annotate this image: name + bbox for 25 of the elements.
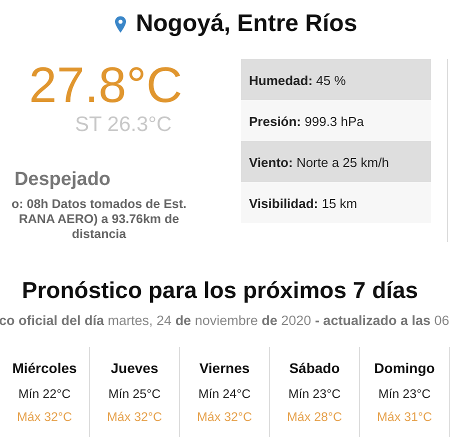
- min-temperature: Mín 25°C: [107, 386, 162, 402]
- min-temperature: Mín 23°C: [377, 386, 432, 402]
- max-temperature: Máx 32°C: [16, 409, 74, 425]
- min-temperature: Mín 23°C: [287, 386, 342, 402]
- day-name: Miércoles: [11, 359, 78, 377]
- location-title: Nogoyá, Entre Ríos: [136, 10, 358, 38]
- station-info-text: o: 08h Datos tomados de Est. RANA AERO) a 93.76km de distancia: [10, 197, 188, 242]
- max-temperature: Máx 32°C: [196, 409, 254, 425]
- day-name: Sábado: [288, 359, 341, 377]
- max-temperature: Máx 32°C: [106, 409, 164, 425]
- location-pin-icon: [114, 16, 126, 32]
- max-temperature: Máx 28°C: [286, 409, 344, 425]
- day-name: Jueves: [110, 359, 160, 377]
- detail-row: Visibilidad: 15 km: [241, 182, 431, 223]
- temperature: 27.8°C: [29, 57, 179, 113]
- detail-row: Viento: Norte a 25 km/h: [241, 141, 431, 182]
- day-name: Domingo: [373, 359, 436, 377]
- max-temperature: Máx 31°C: [376, 409, 434, 425]
- detail-row: Presión: 999.3 hPa: [241, 100, 431, 141]
- detail-row: Humedad: 45 %: [241, 59, 431, 100]
- condition-text: Despejado: [13, 168, 112, 192]
- min-temperature: Mín 24°C: [197, 386, 252, 402]
- forecast-heading: Pronóstico para los próximos 7 días: [20, 276, 420, 305]
- min-temperature: Mín 22°C: [17, 386, 72, 402]
- day-name: Viernes: [198, 359, 251, 377]
